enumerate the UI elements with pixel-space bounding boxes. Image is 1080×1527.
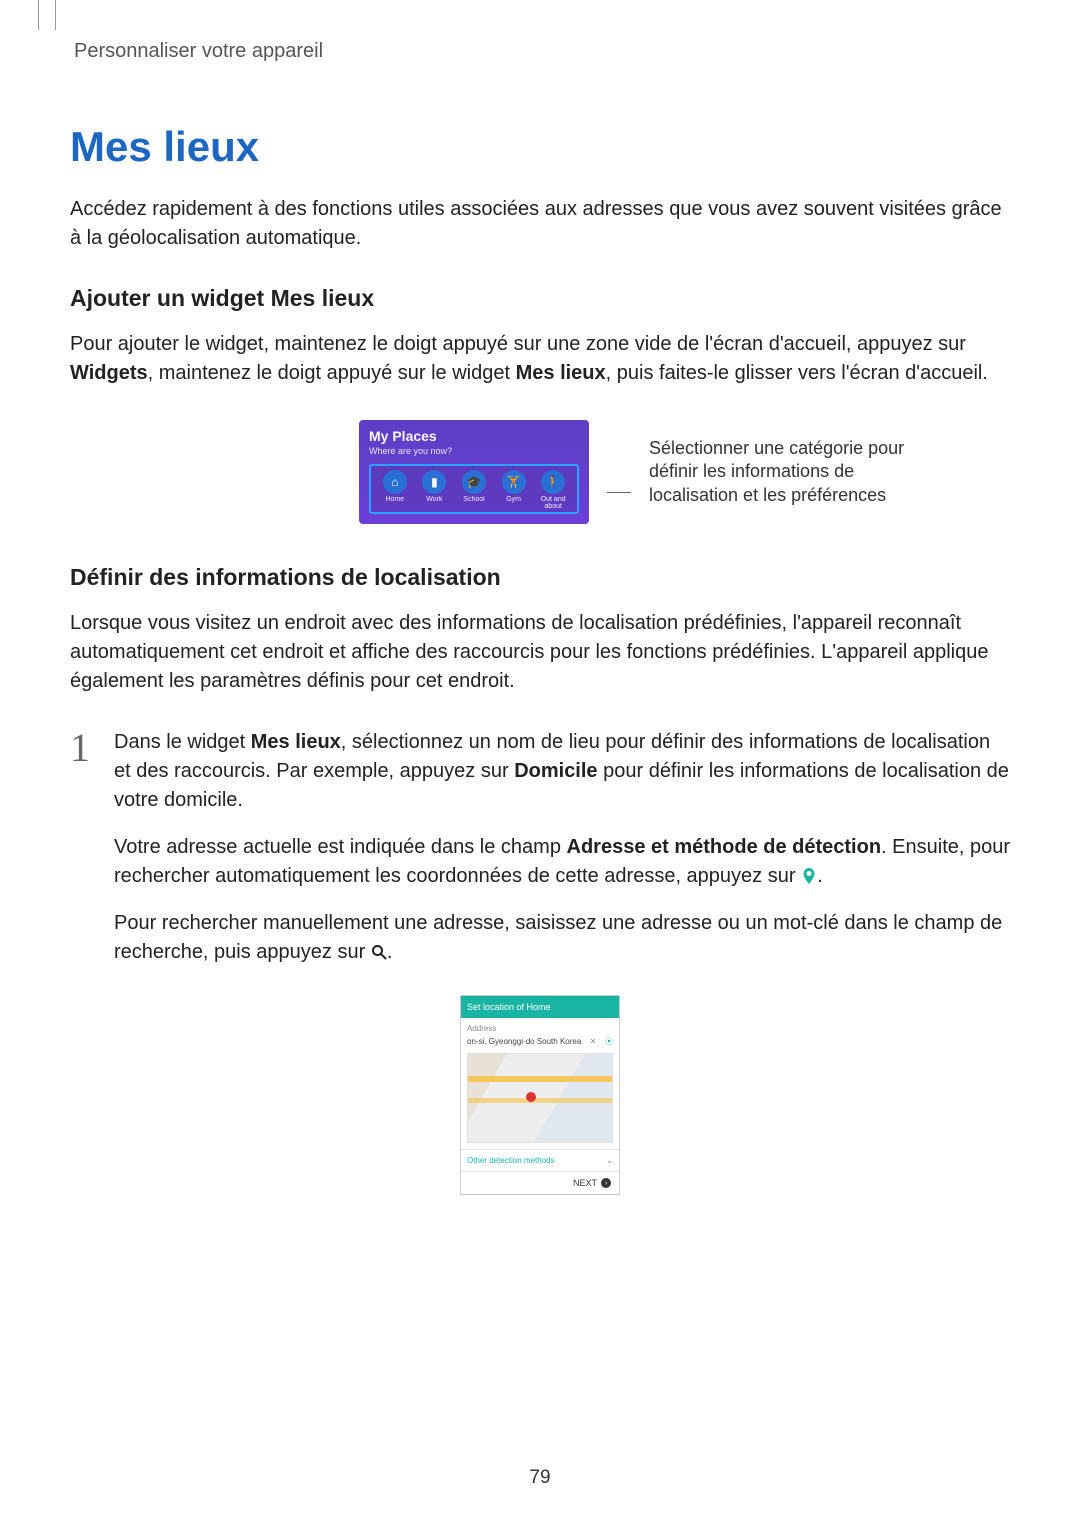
set-location-paragraph: Lorsque vous visitez un endroit avec des… — [70, 609, 1010, 696]
bold-mes-lieux: Mes lieux — [516, 362, 606, 384]
text: Pour ajouter le widget, maintenez le doi… — [70, 333, 966, 355]
binding-edge — [38, 0, 56, 30]
chevron-down-icon: ⌄ — [606, 1156, 613, 1165]
running-head: Personnaliser votre appareil — [74, 40, 1010, 63]
phone-address-text: on-si, Gyeonggi-do South Korea — [467, 1037, 581, 1046]
add-widget-paragraph: Pour ajouter le widget, maintenez le doi… — [70, 330, 1010, 388]
search-icon — [371, 940, 387, 956]
phone-address-row: on-si, Gyeonggi-do South Korea ✕ ⦿ — [467, 1036, 613, 1047]
step-number: 1 — [70, 728, 96, 768]
text: , puis faites-le glisser vers l'écran d'… — [606, 362, 988, 384]
bold-address-method: Adresse et méthode de détection — [567, 836, 882, 858]
widget-item-label: School — [463, 496, 484, 503]
phone-screenshot-wrap: Set location of Home Address on-si, Gyeo… — [70, 995, 1010, 1195]
bold-widgets: Widgets — [70, 362, 148, 384]
briefcase-icon: ▮ — [422, 470, 446, 494]
phone-next-label: NEXT — [573, 1178, 597, 1188]
intro-paragraph: Accédez rapidement à des fonctions utile… — [70, 195, 1010, 253]
widget-item-gym[interactable]: 🏋 Gym — [494, 470, 534, 510]
phone-screenshot: Set location of Home Address on-si, Gyeo… — [460, 995, 620, 1195]
phone-other-label: Other detection methods — [467, 1156, 555, 1165]
widget-title: My Places — [369, 428, 579, 444]
widget-callout: Sélectionner une catégorie pour définir … — [649, 437, 939, 507]
widget-item-school[interactable]: 🎓 School — [454, 470, 494, 510]
page-number: 79 — [0, 1467, 1080, 1489]
text: Pour rechercher manuellement une adresse… — [114, 912, 1002, 963]
phone-other-methods[interactable]: Other detection methods ⌄ — [461, 1149, 619, 1172]
text: . — [387, 941, 393, 963]
subheading-add-widget: Ajouter un widget Mes lieux — [70, 285, 1010, 312]
widget-illustration-area: My Places Where are you now? ⌂ Home ▮ Wo… — [70, 420, 1010, 524]
widget-item-work[interactable]: ▮ Work — [415, 470, 455, 510]
location-pin-icon[interactable]: ⦿ — [605, 1036, 613, 1047]
widget-subtitle: Where are you now? — [369, 446, 579, 456]
step1-paragraph3: Pour rechercher manuellement une adresse… — [114, 909, 1010, 967]
step1-paragraph2: Votre adresse actuelle est indiquée dans… — [114, 833, 1010, 891]
school-icon: 🎓 — [462, 470, 486, 494]
phone-next-button[interactable]: NEXT › — [461, 1172, 619, 1194]
location-pin-icon — [801, 864, 817, 880]
arrow-right-icon: › — [601, 1178, 611, 1188]
text: , maintenez le doigt appuyé sur le widge… — [148, 362, 516, 384]
bold-domicile: Domicile — [514, 760, 597, 782]
widget-item-label: Home — [385, 496, 404, 503]
gym-icon: 🏋 — [502, 470, 526, 494]
widget-item-home[interactable]: ⌂ Home — [375, 470, 415, 510]
map-pin-icon — [526, 1092, 536, 1102]
phone-header: Set location of Home — [461, 996, 619, 1018]
clear-icon[interactable]: ✕ — [590, 1037, 597, 1046]
step-1: 1 Dans le widget Mes lieux, sélectionnez… — [70, 728, 1010, 985]
widget-item-label: Gym — [506, 496, 521, 503]
widget-item-out[interactable]: 🚶 Out and about — [533, 470, 573, 510]
phone-address-label: Address — [467, 1024, 613, 1033]
page-content: Personnaliser votre appareil Mes lieux A… — [0, 0, 1080, 1195]
home-icon: ⌂ — [383, 470, 407, 494]
my-places-widget: My Places Where are you now? ⌂ Home ▮ Wo… — [359, 420, 589, 524]
phone-map[interactable] — [467, 1053, 613, 1143]
subheading-set-location: Définir des informations de localisation — [70, 564, 1010, 591]
widget-category-row: ⌂ Home ▮ Work 🎓 School 🏋 Gym 🚶 Out — [369, 464, 579, 514]
walk-icon: 🚶 — [541, 470, 565, 494]
section-title: Mes lieux — [70, 123, 1010, 171]
bold-mes-lieux: Mes lieux — [251, 731, 341, 753]
widget-item-label: Out and about — [533, 496, 573, 510]
text: Dans le widget — [114, 731, 251, 753]
phone-address-section: Address on-si, Gyeonggi-do South Korea ✕… — [461, 1018, 619, 1149]
callout-connector — [607, 492, 631, 493]
widget-item-label: Work — [426, 496, 442, 503]
text: . — [817, 865, 823, 887]
text: Votre adresse actuelle est indiquée dans… — [114, 836, 567, 858]
step1-paragraph1: Dans le widget Mes lieux, sélectionnez u… — [114, 728, 1010, 815]
